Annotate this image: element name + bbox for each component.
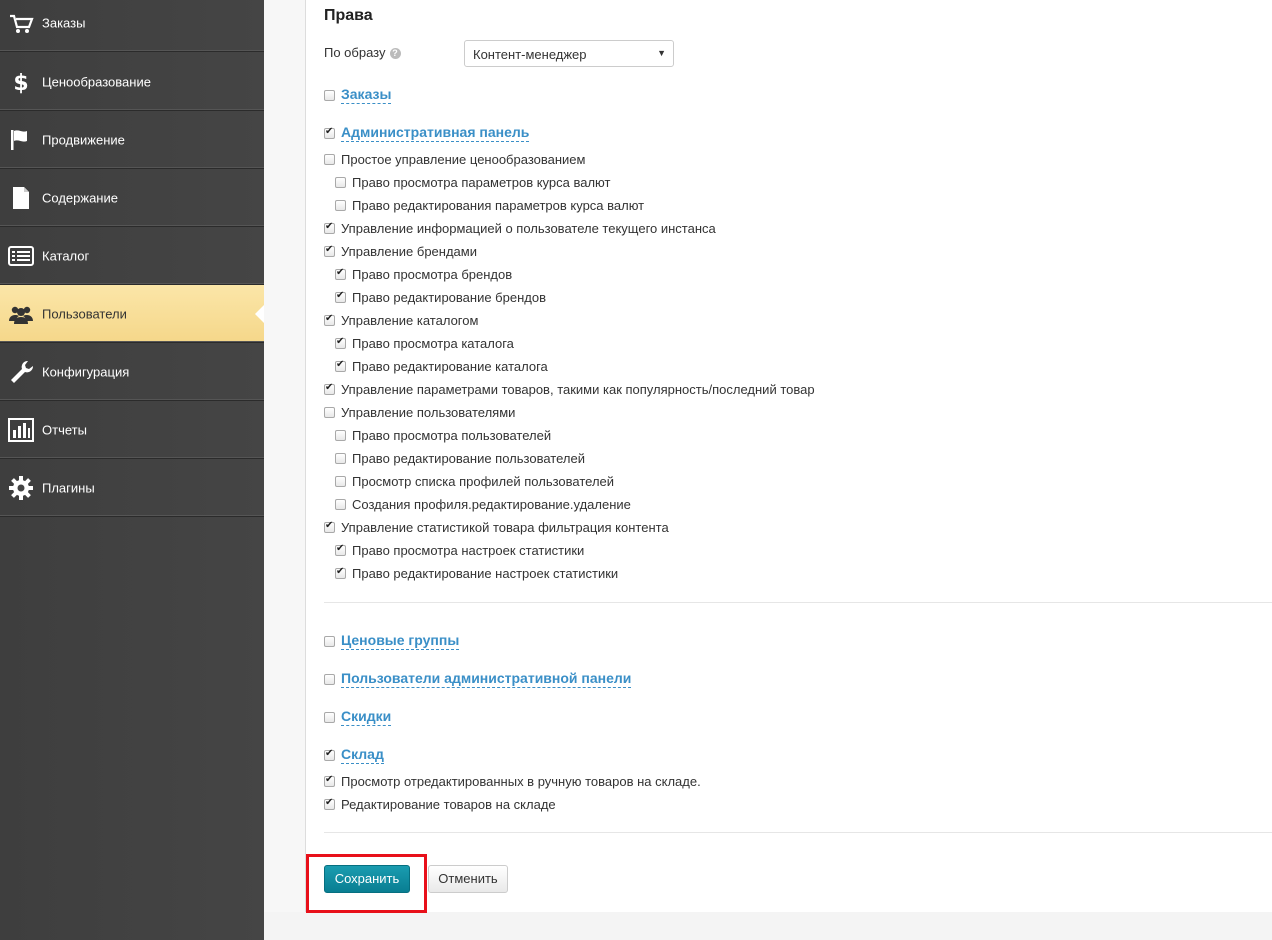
permission-checkbox[interactable] <box>335 430 346 441</box>
permission-checkbox[interactable] <box>335 453 346 464</box>
permission-group-label[interactable]: Пользователи административной панели <box>341 670 632 688</box>
template-label: По образу? <box>324 45 401 60</box>
permission-checkbox[interactable] <box>324 244 335 257</box>
permission-checkbox[interactable] <box>324 126 335 139</box>
permission-label: Просмотр списка профилей пользователей <box>352 474 615 489</box>
sidebar-item-users[interactable]: Пользователи <box>0 285 264 343</box>
permission-label: Просмотр отредактированных в ручную това… <box>341 774 701 789</box>
permission-label: Право просмотра пользователей <box>352 428 552 443</box>
permission-checkbox[interactable] <box>335 359 346 372</box>
permission-checkbox[interactable] <box>335 543 346 556</box>
sidebar-item-label: Пользователи <box>42 306 127 321</box>
permission-label: Управление каталогом <box>341 313 479 328</box>
permission-label: Управление информацией о пользователе те… <box>341 221 716 236</box>
wrench-icon <box>11 360 34 383</box>
sidebar-item-label: Каталог <box>42 248 90 263</box>
permission-checkbox[interactable] <box>324 407 335 418</box>
permission-label: Создания профиля.редактирование.удаление <box>352 497 631 512</box>
caret-down-icon: ▼ <box>657 48 666 58</box>
sidebar-item-pricing[interactable]: $ Ценообразование <box>0 53 264 111</box>
permission-group-label[interactable]: Склад <box>341 746 384 764</box>
users-icon <box>9 306 33 324</box>
permission-label: Право просмотра параметров курса валют <box>352 175 611 190</box>
divider <box>324 832 1272 833</box>
cancel-button[interactable]: Отменить <box>428 865 508 893</box>
dollar-icon: $ <box>13 71 28 95</box>
permission-checkbox[interactable] <box>324 674 335 685</box>
sidebar-item-configuration[interactable]: Конфигурация <box>0 343 264 401</box>
sidebar-item-label: Плагины <box>42 480 95 495</box>
template-label-text: По образу <box>324 45 386 60</box>
permission-checkbox[interactable] <box>324 712 335 723</box>
permission-label: Право редактирование каталога <box>352 359 548 374</box>
gear-icon <box>9 475 33 500</box>
permission-label: Право редактирования параметров курса ва… <box>352 198 645 213</box>
permission-checkbox[interactable] <box>324 636 335 647</box>
permission-label: Право редактирование пользователей <box>352 451 585 466</box>
permission-label: Право просмотра каталога <box>352 336 514 351</box>
svg-text:$: $ <box>13 71 28 95</box>
permission-checkbox[interactable] <box>324 221 335 234</box>
sidebar-item-catalog[interactable]: Каталог <box>0 227 264 285</box>
permission-label: Право просмотра брендов <box>352 267 513 282</box>
divider <box>324 602 1272 603</box>
permission-checkbox[interactable] <box>335 499 346 510</box>
permission-checkbox[interactable] <box>324 382 335 395</box>
permission-label: Управление пользователями <box>341 405 516 420</box>
sidebar-item-label: Конфигурация <box>42 364 130 379</box>
content-footer <box>264 912 1272 940</box>
permission-group-label[interactable]: Скидки <box>341 708 392 726</box>
permission-checkbox[interactable] <box>324 774 335 787</box>
permission-label: Управление параметрами товаров, такими к… <box>341 382 815 397</box>
permission-checkbox[interactable] <box>324 90 335 101</box>
permission-checkbox[interactable] <box>335 177 346 188</box>
permission-label: Право просмотра настроек статистики <box>352 543 585 558</box>
permission-checkbox[interactable] <box>324 748 335 761</box>
flag-icon <box>11 129 27 150</box>
permission-group-label[interactable]: Ценовые группы <box>341 632 460 650</box>
sidebar-item-content[interactable]: Содержание <box>0 169 264 227</box>
permission-label: Простое управление ценообразованием <box>341 152 586 167</box>
bar-chart-icon <box>8 417 34 442</box>
permission-checkbox[interactable] <box>335 336 346 349</box>
content-margin <box>264 0 305 912</box>
sidebar-item-orders[interactable]: Заказы <box>0 0 264 52</box>
sidebar: Заказы $ Ценообразование Продвижение Сод… <box>0 0 264 940</box>
permission-label: Управление брендами <box>341 244 477 259</box>
document-icon <box>13 186 29 209</box>
permission-checkbox[interactable] <box>335 566 346 579</box>
permission-label: Право редактирование брендов <box>352 290 546 305</box>
sidebar-item-label: Отчеты <box>42 422 87 437</box>
permission-group-label[interactable]: Заказы <box>341 86 392 104</box>
sidebar-item-label: Заказы <box>42 15 86 30</box>
permission-group-label[interactable]: Административная панель <box>341 124 530 142</box>
permission-checkbox[interactable] <box>335 290 346 303</box>
permission-checkbox[interactable] <box>335 267 346 280</box>
sidebar-item-reports[interactable]: Отчеты <box>0 401 264 459</box>
permission-checkbox[interactable] <box>335 200 346 211</box>
save-button[interactable]: Сохранить <box>324 865 410 893</box>
sidebar-item-label: Содержание <box>42 190 118 205</box>
list-icon <box>8 245 34 266</box>
permission-checkbox[interactable] <box>335 476 346 487</box>
permission-label: Управление статистикой товара фильтрация… <box>341 520 669 535</box>
sidebar-item-plugins[interactable]: Плагины <box>0 459 264 517</box>
permission-label: Редактирование товаров на складе <box>341 797 556 812</box>
permission-checkbox[interactable] <box>324 797 335 810</box>
template-select-value: Контент-менеджер <box>473 47 587 62</box>
permission-checkbox[interactable] <box>324 154 335 165</box>
sidebar-item-promotion[interactable]: Продвижение <box>0 111 264 169</box>
sidebar-item-label: Продвижение <box>42 132 125 147</box>
help-icon[interactable]: ? <box>389 48 401 60</box>
permission-checkbox[interactable] <box>324 520 335 533</box>
rights-title: Права <box>324 7 373 24</box>
permission-checkbox[interactable] <box>324 313 335 326</box>
sidebar-item-label: Ценообразование <box>42 74 151 89</box>
cart-icon <box>10 14 34 33</box>
template-select[interactable]: Контент-менеджер ▼ <box>464 40 674 67</box>
permission-label: Право редактирование настроек статистики <box>352 566 619 581</box>
